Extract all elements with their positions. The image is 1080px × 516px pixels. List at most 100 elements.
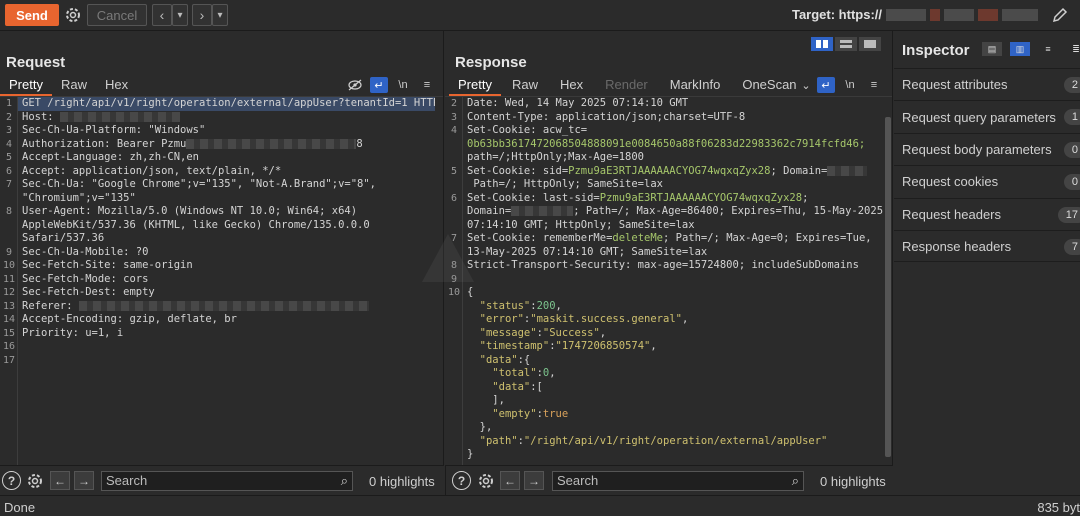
tab-render[interactable]: Render — [594, 76, 659, 96]
count-badge: 2 — [1063, 77, 1080, 93]
align-center-icon[interactable]: ≡ — [1038, 42, 1058, 56]
pencil-edit-icon[interactable] — [1050, 5, 1070, 25]
response-editor[interactable]: 2 Date: Wed, 14 May 2025 07:14:10 GMT 3 Con… — [445, 96, 892, 465]
wrap-lines-icon[interactable]: ↵ — [817, 77, 835, 93]
line-number — [445, 354, 463, 368]
code-text: Set-Cookie: sid=Pzmu9aE3RTJAAAAAACYOG74w… — [463, 165, 868, 179]
previous-match-arrow-icon[interactable]: ← — [500, 471, 520, 490]
line-number — [445, 340, 463, 354]
layout-side-by-side-icon[interactable] — [811, 37, 833, 51]
tab-pretty[interactable]: Pretty — [449, 76, 501, 96]
line-number — [445, 408, 463, 422]
code-text: Accept: application/json, text/plain, */… — [22, 164, 282, 177]
next-match-arrow-icon[interactable]: → — [74, 471, 94, 490]
previous-match-arrow-icon[interactable]: ← — [50, 471, 70, 490]
layout-stacked-icon[interactable] — [835, 37, 857, 51]
scrollbar-thumb[interactable] — [885, 117, 891, 457]
tab-markinfo[interactable]: MarkInfo — [659, 76, 732, 96]
tab-hex[interactable]: Hex — [96, 76, 137, 96]
code-line: 8Strict-Transport-Security: max-age=1572… — [445, 259, 884, 273]
tab-pretty[interactable]: Pretty — [0, 76, 52, 96]
request-editor-tools: ↵ \n ≡ — [346, 76, 436, 94]
chevron-down-icon: ▾ — [217, 9, 223, 21]
code-text: "Chromium";v="135" — [22, 191, 136, 204]
help-icon[interactable]: ? — [452, 471, 471, 490]
redacted-host — [886, 9, 926, 21]
layout-tabs-icon[interactable] — [859, 37, 881, 51]
request-search-input[interactable]: Search ⌕ — [101, 471, 353, 491]
inspector-row-request-cookies[interactable]: Request cookies 0 — [894, 165, 1080, 197]
code-line: 7 Set-Cookie: rememberMe=deleteMe; Path=/… — [445, 232, 884, 246]
status-text: Done — [4, 500, 36, 515]
code-line: 7 Sec-Ch-Ua: "Google Chrome";v="135", "No… — [0, 178, 435, 192]
line-number — [445, 151, 463, 165]
tab-onescan[interactable]: OneScan — [731, 76, 807, 96]
code-line: "error":"maskit.success.general", — [445, 313, 884, 327]
next-match-arrow-icon[interactable]: → — [524, 471, 544, 490]
code-line: 3 Content-Type: application/json;charset=… — [445, 111, 884, 125]
inspector-row-request-body-parameters[interactable]: Request body parameters 0 — [894, 132, 1080, 165]
code-text: Strict-Transport-Security: max-age=15724… — [467, 259, 859, 271]
code-text: Set-Cookie: acw_tc= — [467, 124, 588, 136]
line-number — [445, 394, 463, 408]
code-line: 17 — [0, 354, 435, 368]
code-line: 9 — [445, 273, 884, 287]
tab-raw[interactable]: Raw — [52, 76, 96, 96]
gear-icon[interactable] — [63, 5, 83, 25]
code-line: 1 GET /right/api/v1/right/operation/exter… — [0, 97, 435, 111]
layout-toggle — [811, 37, 881, 51]
back-history-dropdown[interactable]: ▾ — [172, 4, 188, 26]
code-line: "timestamp":"1747206850574", — [445, 340, 884, 354]
line-number — [445, 448, 463, 462]
back-button[interactable]: ‹ — [152, 4, 172, 26]
redacted-host — [1002, 9, 1038, 21]
tab-raw[interactable]: Raw — [501, 76, 549, 96]
collapse-icon[interactable]: ≣ — [1066, 42, 1080, 56]
settings-gear-icon[interactable] — [476, 471, 496, 491]
line-number — [445, 367, 463, 381]
newline-toggle-icon[interactable]: \n — [841, 77, 859, 93]
chevron-down-icon[interactable]: ⌄ — [801, 77, 811, 93]
layout-right-icon[interactable]: ▥ — [1010, 42, 1030, 56]
send-button[interactable]: Send — [5, 4, 59, 26]
code-line: 2 Host: — [0, 111, 435, 125]
response-size: 835 byt — [1037, 500, 1080, 515]
search-icon: ⌕ — [791, 473, 799, 488]
inspector-row-request-headers[interactable]: Request headers 17 — [894, 197, 1080, 230]
response-scrollbar[interactable] — [884, 97, 892, 465]
line-number: 13 — [2, 300, 16, 312]
forward-button[interactable]: › — [192, 4, 212, 26]
redacted-host — [944, 9, 974, 21]
inspector-row-request-query-parameters[interactable]: Request query parameters 1 — [894, 100, 1080, 132]
code-line: 14 Accept-Encoding: gzip, deflate, br — [0, 313, 435, 327]
line-number: 2 — [450, 98, 458, 109]
line-number — [445, 300, 463, 314]
tab-hex[interactable]: Hex — [549, 76, 594, 96]
layout-left-icon[interactable]: ▤ — [982, 42, 1002, 56]
code-line: } — [445, 448, 884, 462]
target-label[interactable]: Target: https:// — [792, 7, 882, 22]
request-editor[interactable]: 1 GET /right/api/v1/right/operation/exter… — [0, 96, 443, 465]
forward-history-dropdown[interactable]: ▾ — [212, 4, 228, 26]
hide-eye-icon[interactable] — [346, 77, 364, 93]
wrap-lines-icon[interactable]: ↵ — [370, 77, 388, 93]
settings-gear-icon[interactable] — [25, 471, 45, 491]
code-line: Safari/537.36 — [0, 232, 435, 246]
response-tabs: Pretty Raw Hex Render MarkInfo OneScan — [449, 76, 808, 96]
inspector-row-request-attributes[interactable]: Request attributes 2 — [894, 68, 1080, 100]
count-badge: 0 — [1063, 141, 1080, 158]
code-text: Sec-Fetch-Mode: cors — [22, 272, 149, 285]
cancel-button[interactable]: Cancel — [87, 4, 147, 26]
inspector-row-response-headers[interactable]: Response headers 7 — [894, 229, 1080, 263]
code-line: 3 Sec-Ch-Ua-Platform: "Windows" — [0, 124, 435, 138]
line-number: 1 — [5, 98, 13, 109]
line-number: 15 — [2, 327, 16, 339]
response-search-bar: ? ← → Search ⌕ 0 highlights — [445, 465, 893, 495]
help-icon[interactable]: ? — [2, 471, 21, 490]
response-search-input[interactable]: Search ⌕ — [552, 471, 804, 491]
response-panel: Response Pretty Raw Hex Render MarkInfo … — [445, 31, 893, 465]
newline-toggle-icon[interactable]: \n — [394, 77, 412, 93]
menu-icon[interactable]: ≡ — [865, 77, 883, 93]
menu-icon[interactable]: ≡ — [418, 77, 436, 93]
